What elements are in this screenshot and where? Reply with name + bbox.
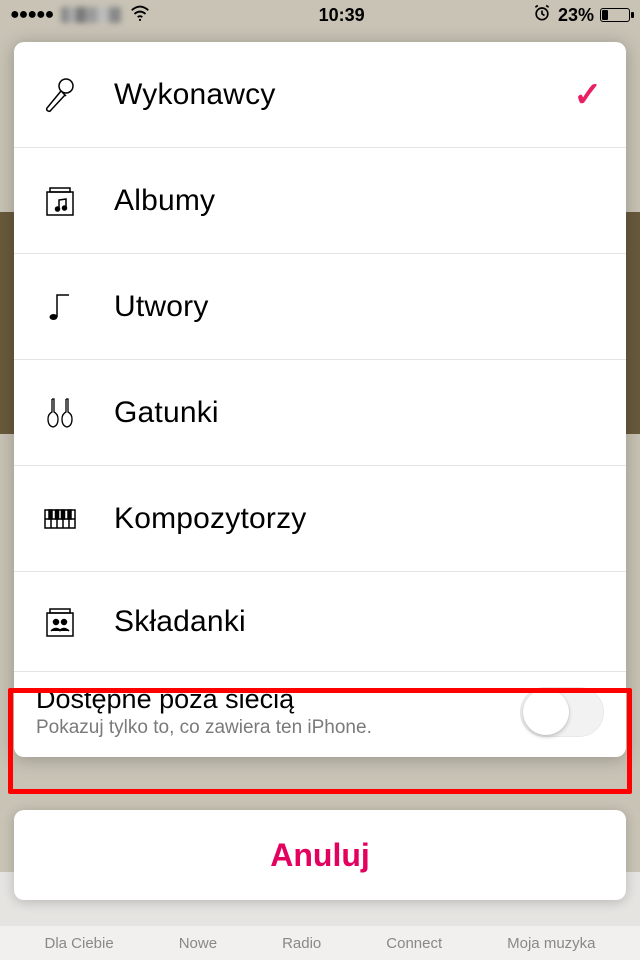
- menu-item-composers[interactable]: Kompozytorzy: [14, 466, 626, 572]
- bg-tab: Dla Ciebie: [45, 935, 114, 952]
- menu-item-label: Składanki: [114, 605, 602, 639]
- menu-item-artists[interactable]: Wykonawcy ✓: [14, 42, 626, 148]
- menu-item-label: Utwory: [114, 290, 602, 324]
- note-icon: [38, 285, 82, 329]
- offline-subtitle: Pokazuj tylko to, co zawiera ten iPhone.: [36, 717, 372, 739]
- menu-item-compilations[interactable]: Składanki: [14, 572, 626, 672]
- guitars-icon: [38, 391, 82, 435]
- menu-item-albums[interactable]: Albumy: [14, 148, 626, 254]
- offline-toggle[interactable]: [520, 687, 604, 737]
- offline-title: Dostępne poza siecią: [36, 684, 372, 715]
- cancel-button-label: Anuluj: [270, 837, 370, 874]
- bg-tab: Moja muzyka: [507, 935, 595, 952]
- menu-item-songs[interactable]: Utwory: [14, 254, 626, 360]
- menu-item-label: Kompozytorzy: [114, 502, 602, 536]
- wifi-icon: [129, 2, 151, 29]
- people-album-icon: [38, 600, 82, 644]
- alarm-icon: [532, 3, 552, 28]
- menu-item-genres[interactable]: Gatunki: [14, 360, 626, 466]
- library-filter-sheet: Wykonawcy ✓ Albumy Utwory Gatunki Kompoz…: [14, 42, 626, 757]
- album-icon: [38, 179, 82, 223]
- clock: 10:39: [319, 5, 365, 26]
- piano-icon: [38, 497, 82, 541]
- bg-tab: Radio: [282, 935, 321, 952]
- status-bar: ●●●●● 10:39 23%: [0, 0, 640, 30]
- bg-tab: Connect: [386, 935, 442, 952]
- cancel-button[interactable]: Anuluj: [14, 810, 626, 900]
- checkmark-icon: ✓: [574, 75, 603, 115]
- menu-item-label: Albumy: [114, 184, 602, 218]
- microphone-icon: [38, 73, 82, 117]
- background-tabbar: Dla Ciebie Nowe Radio Connect Moja muzyk…: [0, 926, 640, 960]
- menu-item-label: Gatunki: [114, 396, 602, 430]
- bg-tab: Nowe: [179, 935, 217, 952]
- battery-icon: [600, 8, 630, 22]
- battery-percent: 23%: [558, 5, 594, 26]
- signal-strength-icon: ●●●●●: [10, 6, 53, 24]
- offline-available-row: Dostępne poza siecią Pokazuj tylko to, c…: [14, 672, 626, 757]
- menu-item-label: Wykonawcy: [114, 78, 542, 112]
- carrier-name: [61, 7, 121, 23]
